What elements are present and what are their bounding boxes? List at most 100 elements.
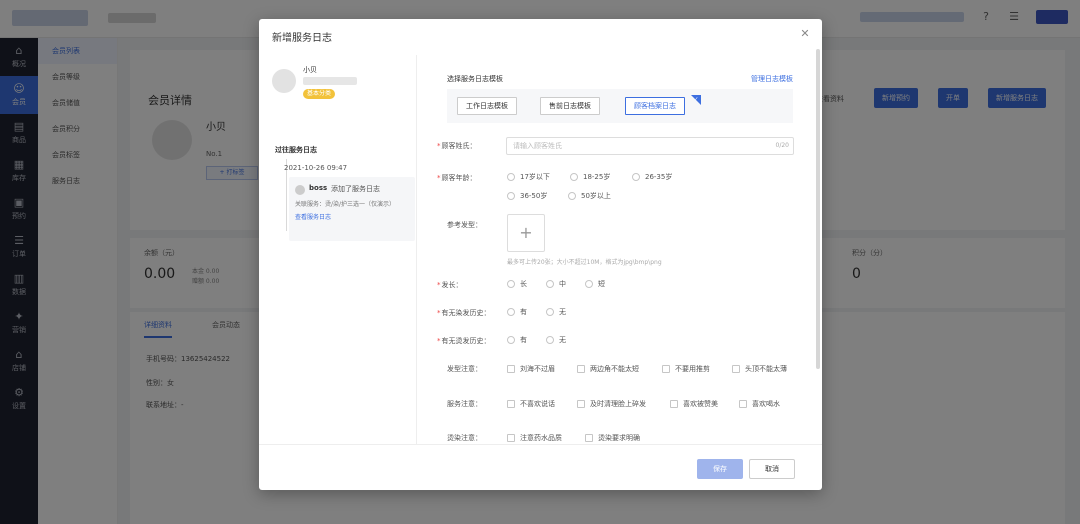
dialog-header: 新增服务日志 ✕: [259, 19, 822, 49]
perm-radio-no[interactable]: 无: [546, 335, 566, 345]
perm-note-checkbox-2[interactable]: 烫染要求明确: [585, 433, 640, 443]
checkbox-icon: [507, 434, 515, 442]
ref-style-label: 参考发型：: [447, 221, 482, 229]
age-option-label: 36-50岁: [520, 192, 548, 200]
perm-notes-label: 烫染注意：: [447, 434, 482, 442]
view-log-link[interactable]: 查看服务日志: [295, 212, 331, 221]
history-action: 添加了服务日志: [331, 185, 380, 193]
name-field-label: *顾客姓氏：: [437, 142, 477, 150]
no-label: 无: [559, 308, 566, 316]
perm-history-label: *有无烫发历史：: [437, 337, 491, 345]
hair-radio-medium[interactable]: 中: [546, 279, 566, 289]
template-option-work[interactable]: 工作日志模板: [457, 97, 517, 115]
hair-option-label: 短: [598, 280, 605, 288]
style-note-checkbox-1[interactable]: 刘海不过眉: [507, 364, 555, 374]
radio-icon: [507, 336, 515, 344]
template-option-customer-profile[interactable]: 顾客档案日志: [625, 97, 685, 115]
checkbox-icon: [585, 434, 593, 442]
dye-radio-yes[interactable]: 有: [507, 307, 527, 317]
cancel-button[interactable]: 取消: [749, 459, 795, 479]
radio-icon: [546, 280, 554, 288]
hair-radio-long[interactable]: 长: [507, 279, 527, 289]
new-service-log-dialog: 新增服务日志 ✕ 小贝 基本分类 过往服务日志 2021-10-26 09:47…: [259, 19, 822, 490]
history-title: 过往服务日志: [275, 146, 317, 154]
upload-image-button[interactable]: +: [507, 214, 545, 252]
customer-surname-input[interactable]: [507, 138, 747, 154]
service-note-checkbox-1[interactable]: 不喜欢说话: [507, 399, 555, 409]
style-note-checkbox-4[interactable]: 头顶不能太薄: [732, 364, 787, 374]
history-entry: boss 添加了服务日志 关联服务：烫/染/护三选一（仅演示） 查看服务日志: [289, 177, 415, 241]
dialog-scrollbar[interactable]: [816, 49, 820, 369]
radio-icon: [585, 280, 593, 288]
age-radio-5[interactable]: 50岁以上: [568, 191, 611, 201]
dye-radio-no[interactable]: 无: [546, 307, 566, 317]
customer-panel: 小贝 基本分类 过往服务日志 2021-10-26 09:47 boss 添加了…: [267, 55, 417, 445]
close-icon[interactable]: ✕: [798, 27, 812, 41]
age-radio-2[interactable]: 18-25岁: [570, 172, 610, 182]
hair-radio-short[interactable]: 短: [585, 279, 605, 289]
perm-note-label: 烫染要求明确: [598, 434, 640, 442]
radio-icon: [568, 192, 576, 200]
template-option-presale[interactable]: 售前日志模板: [540, 97, 600, 115]
checkbox-icon: [577, 400, 585, 408]
hair-length-label: *发长：: [437, 281, 463, 289]
dialog-title: 新增服务日志: [272, 33, 332, 44]
age-option-label: 17岁以下: [520, 173, 550, 181]
hair-option-label: 长: [520, 280, 527, 288]
age-radio-1[interactable]: 17岁以下: [507, 172, 550, 182]
age-radio-4[interactable]: 36-50岁: [507, 191, 547, 201]
service-note-checkbox-4[interactable]: 喜欢喝水: [739, 399, 780, 409]
radio-icon: [546, 308, 554, 316]
style-note-label: 头顶不能太薄: [745, 365, 787, 373]
style-note-checkbox-2[interactable]: 两边角不能太短: [577, 364, 639, 374]
dye-history-label: *有无染发历史：: [437, 309, 491, 317]
service-note-checkbox-2[interactable]: 及时清理脸上碎发: [577, 399, 646, 409]
style-note-label: 不要用推剪: [675, 365, 710, 373]
checkbox-icon: [507, 400, 515, 408]
age-label-text: 顾客年龄：: [441, 174, 477, 182]
customer-surname-field[interactable]: 0/20: [506, 137, 794, 155]
history-user: boss: [309, 184, 328, 192]
hair-option-label: 中: [559, 280, 566, 288]
radio-icon: [507, 192, 515, 200]
style-notes-label: 发型注意：: [447, 365, 482, 373]
user-avatar-icon: [295, 185, 305, 195]
history-date: 2021-10-26 09:47: [284, 164, 348, 172]
char-count: 0/20: [775, 142, 789, 149]
history-detail: 关联服务：烫/染/护三选一（仅演示）: [295, 201, 396, 208]
hair-label-text: 发长：: [441, 281, 463, 289]
age-radio-3[interactable]: 26-35岁: [632, 172, 672, 182]
age-field-label: *顾客年龄：: [437, 174, 477, 182]
checkbox-icon: [662, 365, 670, 373]
manage-templates-link[interactable]: 管理日志模板: [751, 74, 793, 84]
radio-icon: [507, 173, 515, 181]
service-note-label: 及时清理脸上碎发: [590, 400, 646, 408]
perm-note-checkbox-1[interactable]: 注意药水品质: [507, 433, 562, 443]
radio-icon: [570, 173, 578, 181]
radio-icon: [507, 308, 515, 316]
service-note-checkbox-3[interactable]: 喜欢被赞美: [670, 399, 718, 409]
style-note-label: 刘海不过眉: [520, 365, 555, 373]
upload-hint: 最多可上传20张；大小不超过10M，格式为jpg\bmp\png: [507, 259, 662, 266]
style-note-checkbox-3[interactable]: 不要用推剪: [662, 364, 710, 374]
checkbox-icon: [732, 365, 740, 373]
customer-avatar: [272, 69, 296, 93]
age-option-label: 26-35岁: [645, 173, 673, 181]
dialog-footer: 保存 取消: [259, 444, 822, 490]
service-note-label: 喜欢喝水: [752, 400, 780, 408]
radio-icon: [546, 336, 554, 344]
checkbox-icon: [577, 365, 585, 373]
service-notes-label: 服务注意：: [447, 400, 482, 408]
checkbox-icon: [507, 365, 515, 373]
age-option-label: 50岁以上: [581, 192, 611, 200]
dye-label-text: 有无染发历史：: [441, 309, 491, 317]
style-note-label: 两边角不能太短: [590, 365, 639, 373]
age-option-label: 18-25岁: [583, 173, 611, 181]
service-note-label: 不喜欢说话: [520, 400, 555, 408]
perm-radio-yes[interactable]: 有: [507, 335, 527, 345]
customer-level-badge: 基本分类: [303, 89, 336, 99]
save-button[interactable]: 保存: [697, 459, 743, 479]
radio-icon: [632, 173, 640, 181]
service-note-label: 喜欢被赞美: [683, 400, 718, 408]
template-label: 选择服务日志模板: [447, 75, 503, 83]
